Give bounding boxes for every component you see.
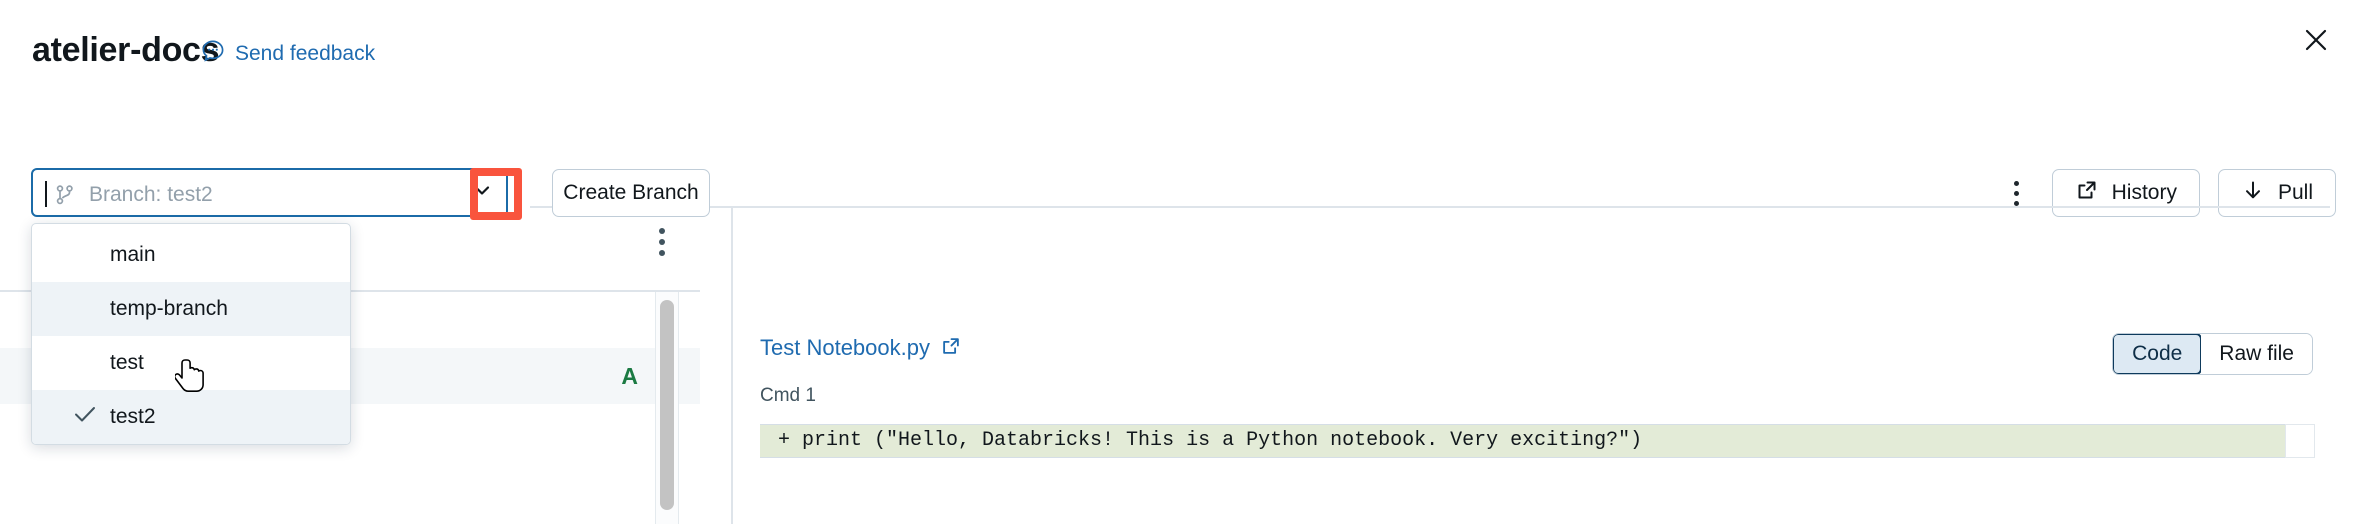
diff-line-end-marker: [2285, 424, 2315, 458]
branch-menu-item-label: test: [110, 351, 144, 375]
arrow-down-icon: [2241, 178, 2265, 208]
text-caret: [45, 181, 47, 207]
page-title: atelier-docs: [32, 28, 219, 72]
chevron-down-icon: [470, 178, 494, 207]
branch-dropdown-menu: main temp-branch test test2: [31, 223, 351, 445]
branch-menu-item-label: main: [110, 243, 156, 267]
create-branch-button[interactable]: Create Branch: [552, 169, 710, 217]
history-button[interactable]: History: [2052, 169, 2200, 217]
file-panel-overflow-menu-button[interactable]: [645, 222, 679, 262]
check-icon: [72, 401, 98, 433]
send-feedback-label: Send feedback: [235, 41, 375, 67]
speech-bubble-icon: [200, 38, 226, 69]
notebook-name-label: Test Notebook.py: [760, 334, 930, 362]
external-link-icon: [940, 335, 962, 362]
pull-label: Pull: [2278, 181, 2313, 205]
pull-button[interactable]: Pull: [2218, 169, 2336, 217]
diff-added-line: + print ("Hello, Databricks! This is a P…: [760, 424, 2285, 458]
file-status-badge: A: [621, 362, 638, 390]
kebab-menu-icon: [2014, 181, 2019, 186]
close-icon: [2301, 25, 2331, 60]
file-list-scrollbar[interactable]: [655, 292, 679, 524]
kebab-menu-icon: [2014, 201, 2019, 206]
kebab-menu-icon: [659, 228, 665, 234]
branch-menu-item-temp-branch[interactable]: temp-branch: [32, 282, 350, 336]
tab-raw-file[interactable]: Raw file: [2201, 334, 2312, 374]
cmd-label: Cmd 1: [760, 384, 816, 408]
branch-menu-item-main[interactable]: main: [32, 228, 350, 282]
view-mode-toggle: Code Raw file: [2112, 333, 2313, 375]
kebab-menu-icon: [659, 250, 665, 256]
branch-menu-item-label: temp-branch: [110, 297, 228, 321]
kebab-menu-icon: [659, 239, 665, 245]
file-list-scrollbar-thumb[interactable]: [660, 300, 674, 510]
toolbar-right-actions: History Pull: [2000, 168, 2336, 218]
tab-code[interactable]: Code: [2112, 333, 2202, 375]
horizontal-divider: [530, 206, 2330, 208]
external-link-icon: [2075, 178, 2099, 208]
branch-select-combobox[interactable]: Branch: test2: [31, 168, 508, 217]
vertical-divider: [731, 208, 733, 524]
close-button[interactable]: [2294, 20, 2338, 64]
history-label: History: [2112, 181, 2177, 205]
branch-select-value: Branch: test2: [89, 182, 213, 208]
send-feedback-link[interactable]: Send feedback: [200, 38, 375, 69]
kebab-menu-icon: [2014, 191, 2019, 196]
branch-menu-item-test[interactable]: test: [32, 336, 350, 390]
branch-menu-item-label: test2: [110, 405, 156, 429]
git-branch-icon: [53, 183, 77, 212]
dialog-header: atelier-docs Send feedback: [0, 0, 2360, 108]
notebook-link[interactable]: Test Notebook.py: [760, 334, 962, 362]
branch-menu-item-test2[interactable]: test2: [32, 390, 350, 444]
branch-dropdown-toggle[interactable]: [458, 170, 506, 215]
